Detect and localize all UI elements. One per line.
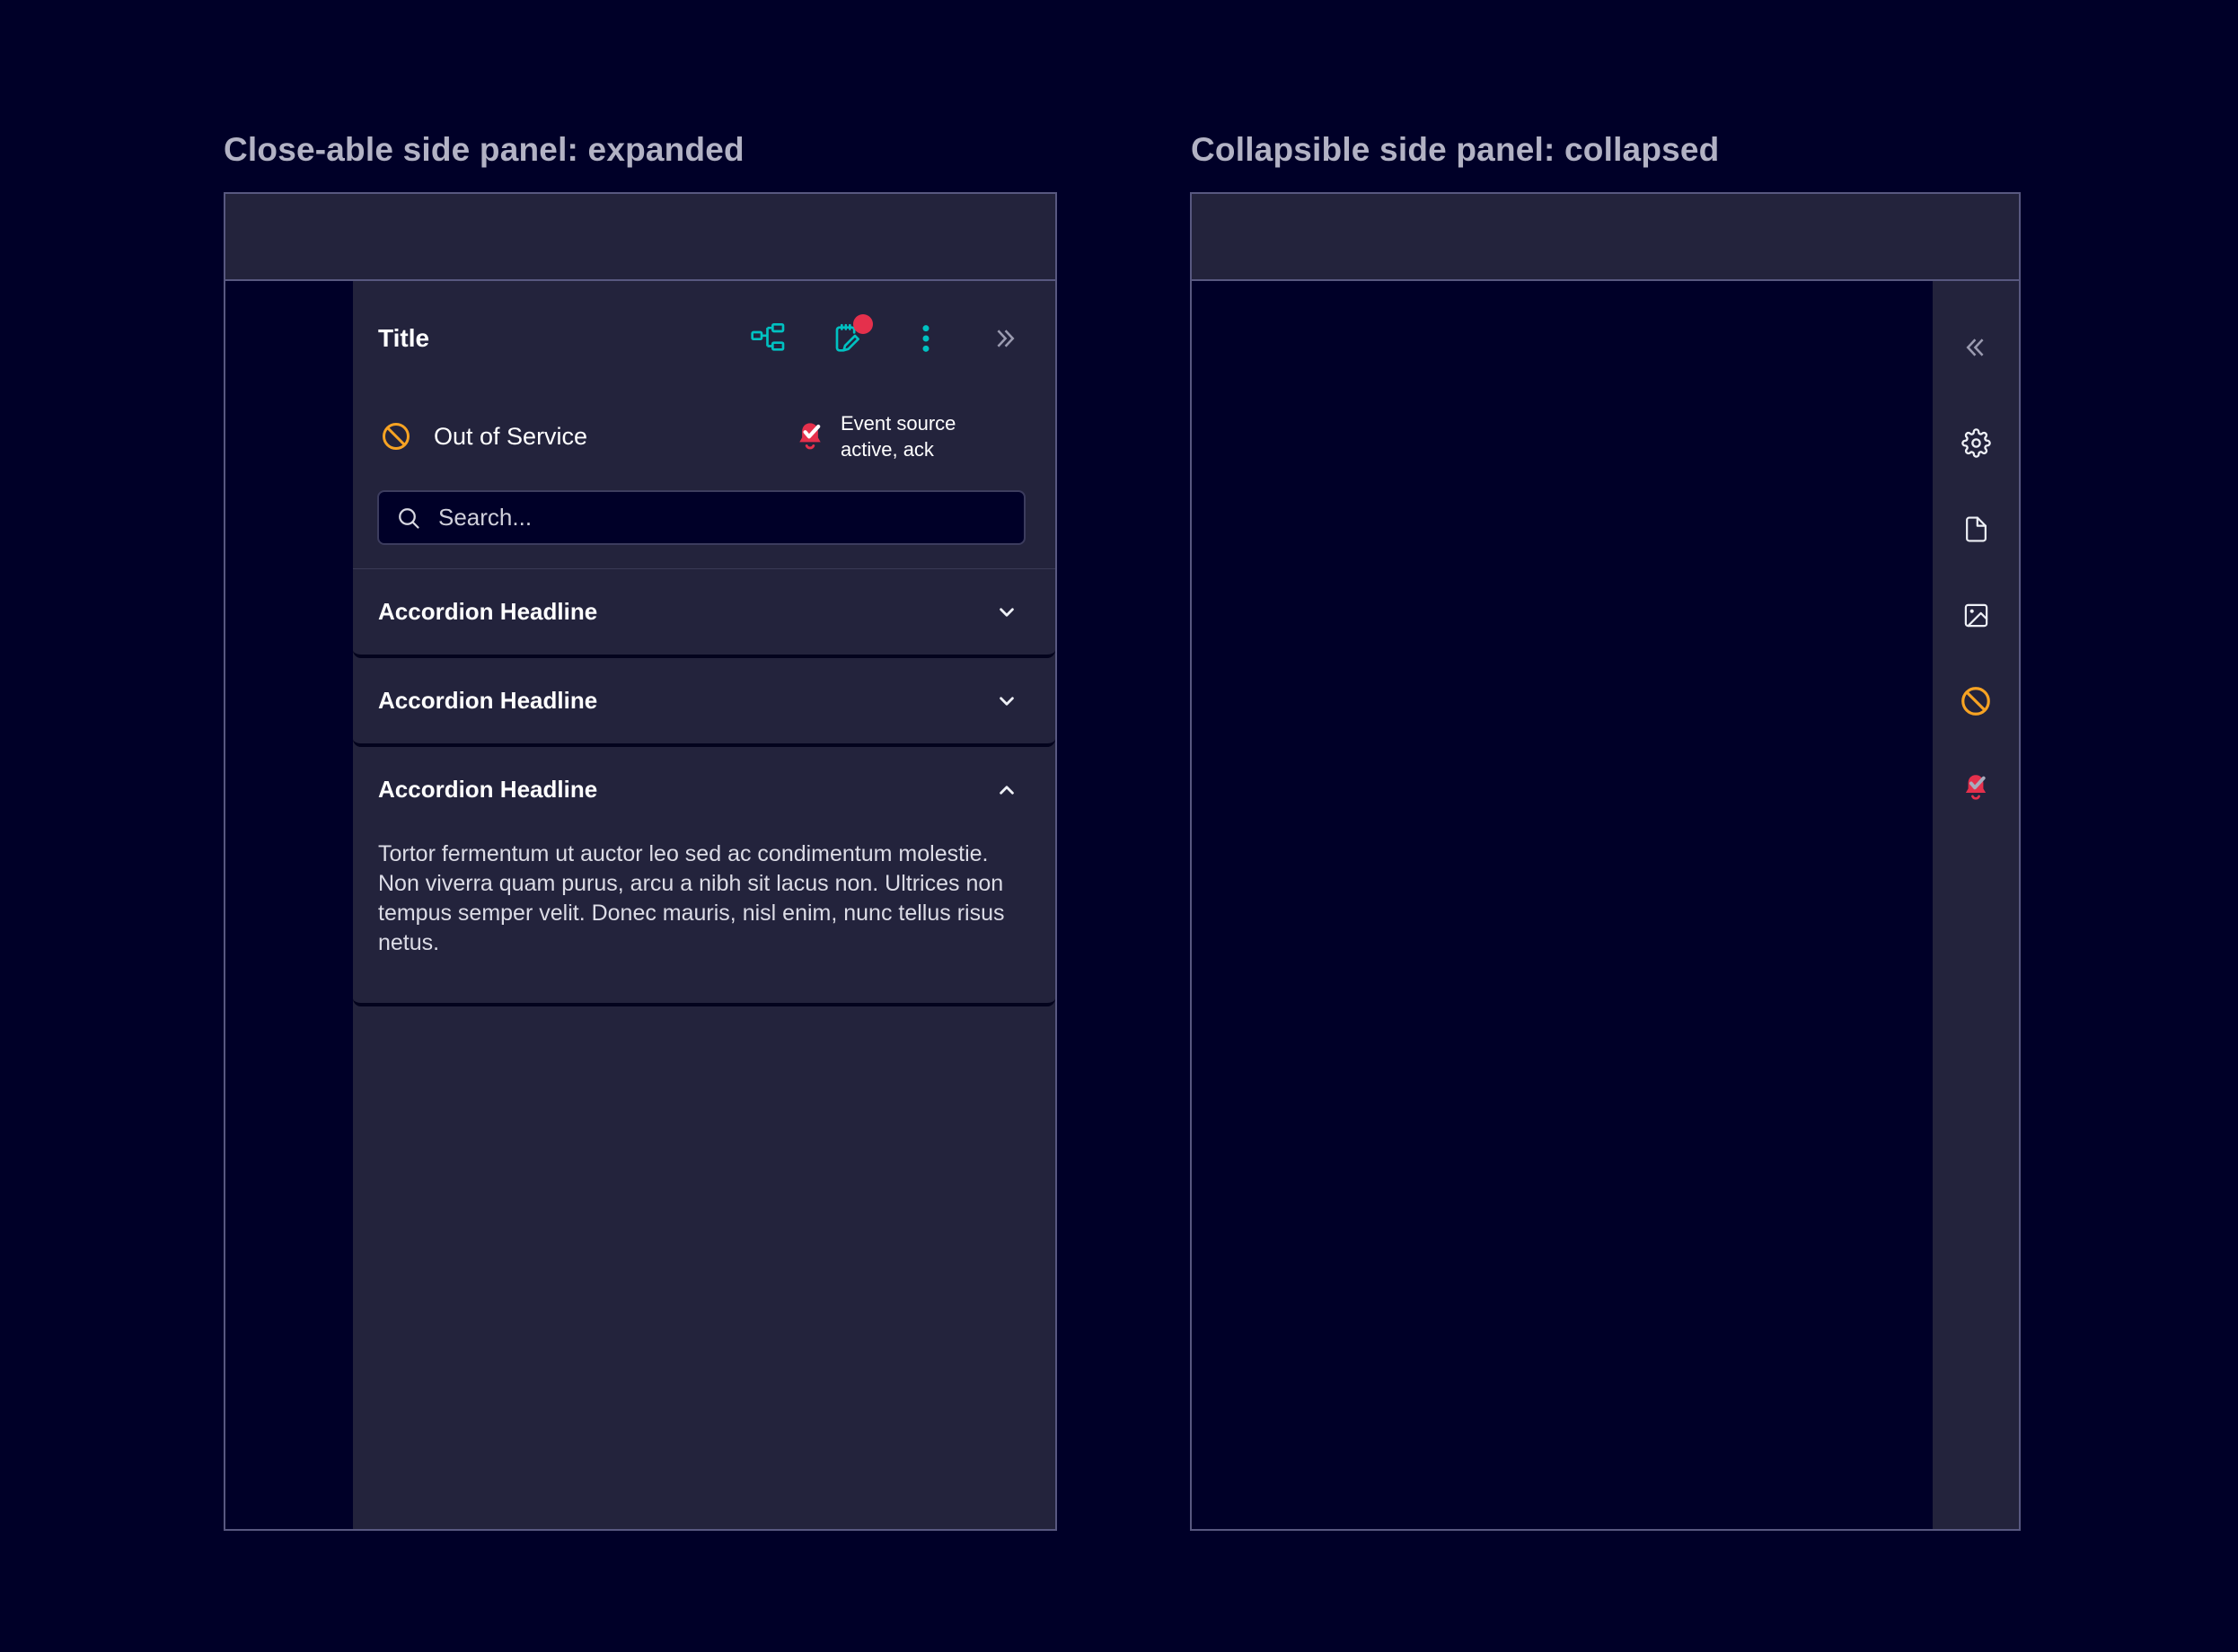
settings-icon[interactable]	[1958, 425, 1994, 461]
accordion-label: Accordion Headline	[378, 598, 597, 626]
topology-icon[interactable]	[750, 321, 786, 356]
chevron-down-icon	[994, 689, 1019, 714]
accordion-list: Accordion Headline Accordion Headline	[353, 568, 1055, 1006]
image-icon[interactable]	[1958, 597, 1994, 633]
out-of-service-icon	[378, 418, 414, 454]
search-input[interactable]	[436, 503, 1008, 532]
event-source-line2: active, ack	[841, 438, 934, 461]
accordion-header-2[interactable]: Accordion Headline	[353, 658, 1055, 743]
out-of-service-status: Out of Service	[378, 407, 587, 466]
caption-collapsed-panel: Collapsible side panel: collapsed	[1191, 131, 1719, 169]
side-panel-expanded: Title	[353, 281, 1055, 1529]
app-header-bar	[225, 194, 1055, 281]
accordion-header-1[interactable]: Accordion Headline	[353, 569, 1055, 655]
main-content-area	[1192, 281, 1933, 1529]
notification-badge-dot	[853, 314, 873, 334]
main-content-area	[225, 281, 353, 1529]
frame-body	[1192, 281, 2019, 1529]
accordion-header-3[interactable]: Accordion Headline	[353, 747, 1055, 832]
kebab-menu-icon[interactable]	[908, 321, 944, 356]
panel-toolbar	[750, 321, 1023, 356]
search-box[interactable]	[377, 490, 1026, 545]
search-icon	[395, 505, 422, 532]
accordion-item-3-expanded: Accordion Headline Tortor fermentum ut a…	[353, 747, 1055, 1006]
app-header-bar	[1192, 194, 2019, 281]
chevron-down-icon	[994, 600, 1019, 625]
out-of-service-icon[interactable]	[1958, 683, 1994, 719]
accordion-label: Accordion Headline	[378, 776, 597, 804]
side-panel-collapsed-rail	[1933, 281, 2019, 1529]
collapse-left-icon[interactable]	[1958, 330, 1994, 365]
expanded-panel-demo-frame: Title	[224, 192, 1057, 1531]
event-source-line1: Event source	[841, 412, 956, 435]
accordion-label: Accordion Headline	[378, 687, 597, 715]
page: Close-able side panel: expanded Collapsi…	[0, 0, 2238, 1652]
caption-expanded-panel: Close-able side panel: expanded	[224, 131, 745, 169]
collapse-right-icon[interactable]	[987, 321, 1023, 356]
note-edit-icon[interactable]	[829, 321, 865, 356]
accordion-body-text: Tortor fermentum ut auctor leo sed ac co…	[353, 832, 1055, 1003]
event-ack-icon	[792, 418, 828, 454]
status-row: Out of Service Event source ac	[378, 407, 1030, 466]
panel-title-row: Title	[378, 312, 1023, 365]
event-ack-icon[interactable]	[1958, 769, 1994, 805]
collapsed-panel-demo-frame	[1190, 192, 2021, 1531]
panel-title: Title	[378, 324, 750, 353]
document-icon[interactable]	[1958, 511, 1994, 547]
frame-body: Title	[225, 281, 1055, 1529]
event-source-status: Event source active, ack	[792, 407, 956, 466]
accordion-item-2: Accordion Headline	[353, 658, 1055, 747]
chevron-up-icon	[994, 778, 1019, 803]
accordion-item-1: Accordion Headline	[353, 568, 1055, 658]
event-source-label: Event source active, ack	[841, 410, 956, 462]
out-of-service-label: Out of Service	[434, 423, 587, 451]
